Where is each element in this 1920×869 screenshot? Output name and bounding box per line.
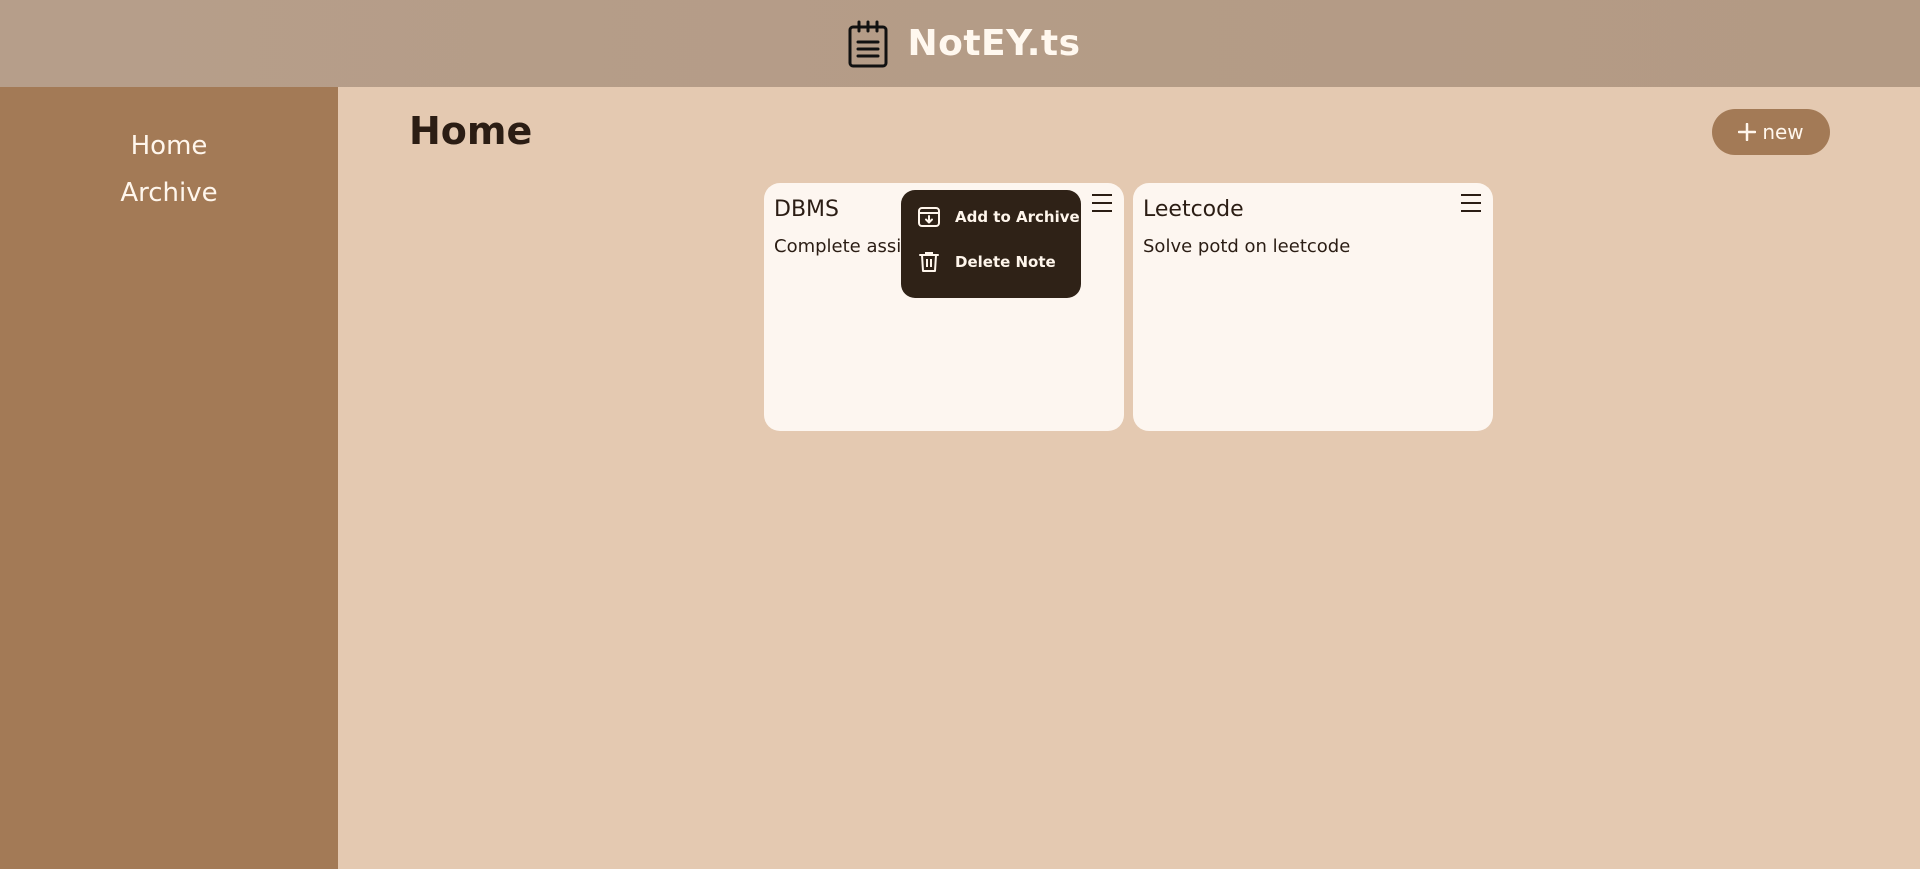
new-note-button[interactable]: new — [1712, 109, 1830, 155]
app-header: NotEY.ts — [0, 0, 1920, 87]
page-title: Home — [409, 109, 533, 153]
archive-icon — [918, 207, 940, 227]
hamburger-menu-icon — [1461, 194, 1481, 212]
note-card[interactable]: Leetcode Solve potd on leetcode — [1133, 183, 1493, 431]
delete-note-menu-item[interactable]: Delete Note — [917, 247, 1056, 277]
menu-item-label: Delete Note — [955, 253, 1056, 271]
hamburger-menu-icon — [1092, 194, 1112, 212]
plus-icon — [1738, 123, 1757, 141]
sidebar: Home Archive — [0, 87, 338, 869]
new-button-label: new — [1762, 120, 1804, 144]
trash-icon — [919, 252, 939, 272]
menu-item-label: Add to Archive — [955, 208, 1080, 226]
note-title: DBMS — [774, 197, 839, 222]
note-title: Leetcode — [1143, 197, 1244, 222]
note-menu-button[interactable] — [1459, 191, 1483, 215]
note-options-menu: Add to Archive Delete Note — [901, 190, 1081, 298]
notepad-icon — [848, 20, 888, 67]
sidebar-item-archive[interactable]: Archive — [0, 178, 338, 208]
note-menu-button[interactable] — [1090, 191, 1114, 215]
sidebar-item-home[interactable]: Home — [0, 131, 338, 161]
brand[interactable]: NotEY.ts — [847, 20, 1080, 68]
add-to-archive-menu-item[interactable]: Add to Archive — [917, 202, 1080, 232]
app-title: NotEY.ts — [907, 23, 1081, 64]
note-body: Solve potd on leetcode — [1143, 236, 1351, 257]
